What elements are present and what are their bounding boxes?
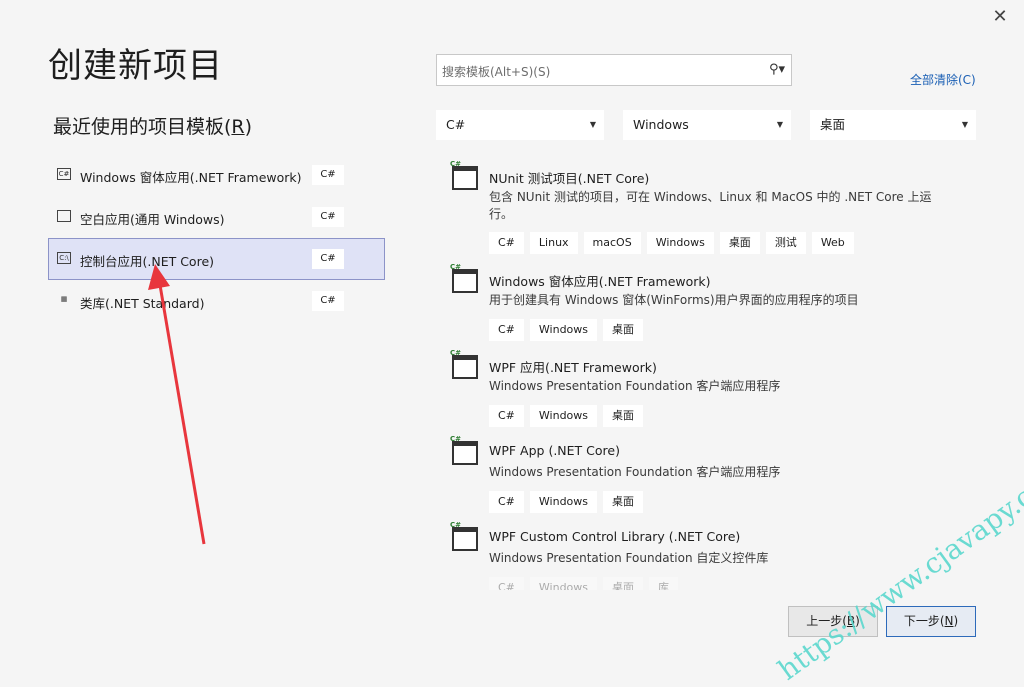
- template-tags: C# Windows 桌面: [489, 404, 649, 427]
- template-description: Windows Presentation Foundation 自定义控件库: [489, 551, 769, 565]
- tag: C#: [489, 319, 524, 341]
- template-description: 包含 NUnit 测试的项目，可在 Windows、Linux 和 MacOS …: [489, 190, 932, 221]
- console-icon: C:\: [57, 252, 71, 264]
- class-library-icon: ▦: [60, 295, 68, 303]
- tag: Windows: [529, 577, 598, 590]
- language-badge: C#: [312, 291, 344, 311]
- template-name: NUnit 测试项目(.NET Core): [489, 171, 650, 186]
- control-library-icon: C#: [450, 521, 478, 551]
- winforms-icon: C#: [450, 263, 478, 293]
- tag: 桌面: [603, 319, 644, 341]
- recent-templates-list: C# Windows 窗体应用(.NET Framework) C# 空白应用(…: [48, 154, 385, 322]
- tag: C#: [489, 577, 524, 590]
- template-description: Windows Presentation Foundation 客户端应用程序: [489, 465, 781, 479]
- uwp-icon: [57, 210, 71, 222]
- recent-template-label: 控制台应用(.NET Core): [80, 254, 215, 269]
- tag: C#: [489, 405, 524, 427]
- template-tags: C# Windows 桌面: [489, 490, 649, 513]
- template-item[interactable]: C# Windows 窗体应用(.NET Framework) 用于创建具有 W…: [436, 263, 996, 347]
- tag: 库: [649, 577, 679, 590]
- wpf-icon: C#: [450, 349, 478, 379]
- tag: 桌面: [603, 577, 644, 590]
- tag: macOS: [583, 232, 641, 254]
- project-type-filter-value: 桌面: [820, 117, 846, 132]
- next-button[interactable]: 下一步(N): [886, 606, 976, 637]
- template-name: WPF Custom Control Library (.NET Core): [489, 529, 741, 544]
- back-button[interactable]: 上一步(B): [788, 606, 878, 637]
- recent-template-item[interactable]: 空白应用(通用 Windows) C#: [48, 196, 385, 238]
- recent-templates-heading: 最近使用的项目模板(R): [53, 116, 253, 138]
- search-icon[interactable]: ⚲▾: [769, 62, 785, 77]
- template-item[interactable]: C# WPF Custom Control Library (.NET Core…: [436, 521, 996, 590]
- recent-template-label: 空白应用(通用 Windows): [80, 212, 225, 227]
- platform-filter-value: Windows: [633, 117, 689, 132]
- language-badge: C#: [312, 207, 344, 227]
- template-tags: C# Windows 桌面库: [489, 576, 684, 590]
- tag: Windows: [529, 319, 598, 341]
- template-tags: C# Linux macOS Windows 桌面 测试 Web: [489, 231, 860, 254]
- template-description: 用于创建具有 Windows 窗体(WinForms)用户界面的应用程序的项目: [489, 293, 859, 307]
- template-name: WPF App (.NET Core): [489, 443, 620, 458]
- template-name: WPF 应用(.NET Framework): [489, 360, 657, 375]
- recent-template-item[interactable]: ▦ 类库(.NET Standard) C#: [48, 280, 385, 322]
- search-placeholder: 搜索模板(Alt+S)(S): [442, 65, 551, 79]
- tag: Windows: [646, 232, 714, 254]
- tag: 桌面: [719, 232, 760, 254]
- winforms-icon: C#: [57, 168, 71, 180]
- template-list: C# NUnit 测试项目(.NET Core) 包含 NUnit 测试的项目，…: [436, 160, 996, 590]
- template-item[interactable]: C# WPF 应用(.NET Framework) Windows Presen…: [436, 349, 996, 433]
- recent-template-item[interactable]: C:\ 控制台应用(.NET Core) C#: [48, 238, 385, 280]
- recent-template-label: Windows 窗体应用(.NET Framework): [80, 170, 302, 185]
- wpf-icon: C#: [450, 435, 478, 465]
- chevron-down-icon: ▼: [589, 120, 596, 129]
- close-button[interactable]: ✕: [988, 6, 1012, 28]
- tag: 桌面: [603, 405, 644, 427]
- template-name: Windows 窗体应用(.NET Framework): [489, 274, 711, 289]
- language-badge: C#: [312, 249, 344, 269]
- template-item[interactable]: C# NUnit 测试项目(.NET Core) 包含 NUnit 测试的项目，…: [436, 160, 996, 260]
- language-badge: C#: [312, 165, 344, 185]
- template-tags: C# Windows 桌面: [489, 318, 649, 341]
- chevron-down-icon: ▼: [961, 120, 968, 129]
- project-type-filter-dropdown[interactable]: 桌面 ▼: [810, 110, 976, 140]
- tag: Linux: [529, 232, 578, 254]
- tag: C#: [489, 232, 524, 254]
- language-filter-dropdown[interactable]: C# ▼: [436, 110, 604, 140]
- language-filter-value: C#: [446, 117, 466, 132]
- page-title: 创建新项目: [48, 46, 223, 86]
- template-description: Windows Presentation Foundation 客户端应用程序: [489, 379, 781, 393]
- clear-all-link[interactable]: 全部清除(C): [910, 71, 976, 88]
- tag: Windows: [529, 405, 598, 427]
- tag: C#: [489, 491, 524, 513]
- annotation-arrow-shaft: [158, 284, 206, 545]
- chevron-down-icon: ▼: [776, 120, 783, 129]
- tag: 测试: [765, 232, 806, 254]
- platform-filter-dropdown[interactable]: Windows ▼: [623, 110, 791, 140]
- tag: 桌面: [603, 491, 644, 513]
- tag: Windows: [529, 491, 598, 513]
- test-project-icon: C#: [450, 160, 478, 190]
- template-item[interactable]: C# WPF App (.NET Core) Windows Presentat…: [436, 435, 996, 519]
- tag: Web: [811, 232, 854, 254]
- search-input[interactable]: 搜索模板(Alt+S)(S) ⚲▾: [436, 54, 792, 86]
- recent-template-label: 类库(.NET Standard): [80, 296, 205, 311]
- recent-template-item[interactable]: C# Windows 窗体应用(.NET Framework) C#: [48, 154, 385, 196]
